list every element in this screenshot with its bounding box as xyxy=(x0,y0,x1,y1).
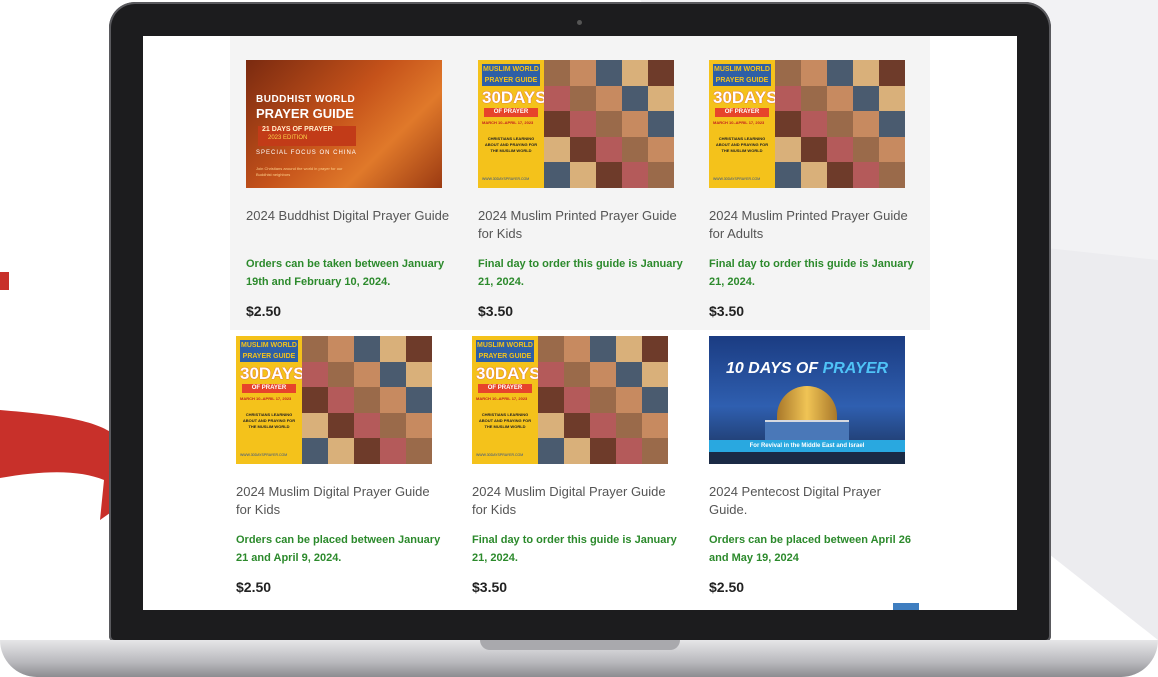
red-accent-bar xyxy=(0,272,9,290)
webcam xyxy=(577,20,582,25)
cover-text: OF PRAYER xyxy=(484,108,538,117)
cover-text: 2023 EDITION xyxy=(268,135,308,141)
cover-text: CHRISTIANS LEARNING ABOUT AND PRAYING FO… xyxy=(715,136,769,153)
cover-text: OF PRAYER xyxy=(715,108,769,117)
product-price: $2.50 xyxy=(236,579,272,595)
cover-text: MUSLIM WORLD PRAYER GUIDE xyxy=(476,340,534,362)
cover-text: For Revival in the Middle East and Israe… xyxy=(709,440,905,452)
cover-text: WWW.30DAYSPRAYER.COM xyxy=(482,177,530,181)
cover-sidebar: MUSLIM WORLD PRAYER GUIDE 30DAYS OF PRAY… xyxy=(236,336,305,464)
cover-text: WWW.30DAYSPRAYER.COM xyxy=(476,453,524,457)
product-image[interactable]: MUSLIM WORLD PRAYER GUIDE 30DAYS OF PRAY… xyxy=(472,336,668,464)
product-image[interactable]: MUSLIM WORLD PRAYER GUIDE 30DAYS OF PRAY… xyxy=(478,60,674,188)
product-title[interactable]: 2024 Muslim Printed Prayer Guide for Adu… xyxy=(709,207,921,243)
cover-sidebar: MUSLIM WORLD PRAYER GUIDE 30DAYS OF PRAY… xyxy=(478,60,547,188)
product-price: $3.50 xyxy=(709,303,745,319)
laptop-screen: BUDDHIST WORLD PRAYER GUIDE 21 DAYS OF P… xyxy=(143,36,1017,610)
order-note: Orders can be taken between January 19th… xyxy=(246,258,445,288)
cover-text: 21 DAYS OF PRAYER xyxy=(262,126,333,133)
cover-text: 30DAYS xyxy=(476,364,541,383)
product-title[interactable]: 2024 Muslim Printed Prayer Guide for Kid… xyxy=(478,207,690,243)
cover-text: MUSLIM WORLD PRAYER GUIDE xyxy=(240,340,298,362)
cover-text: CHRISTIANS LEARNING ABOUT AND PRAYING FO… xyxy=(478,412,532,429)
cover-text: BUDDHIST WORLD xyxy=(256,94,356,105)
cover-text: Join Christians around the world in pray… xyxy=(256,166,343,177)
cover-text: 30DAYS xyxy=(713,88,778,107)
cover-text: MUSLIM WORLD PRAYER GUIDE xyxy=(713,64,771,86)
cover-text: 10 DAYS OF xyxy=(725,360,823,377)
cover-text: PRAYER GUIDE xyxy=(256,106,354,121)
cover-text: PRAYER xyxy=(822,360,889,377)
product-image[interactable]: BUDDHIST WORLD PRAYER GUIDE 21 DAYS OF P… xyxy=(246,60,442,188)
product-image[interactable]: 10 DAYS OF PRAYER For Revival in the Mid… xyxy=(709,336,905,464)
cover-headline: 10 DAYS OF PRAYER xyxy=(709,360,905,378)
cover-text: OF PRAYER xyxy=(478,384,532,393)
cover-text: CHRISTIANS LEARNING ABOUT AND PRAYING FO… xyxy=(242,412,296,429)
photo-mosaic xyxy=(775,60,905,188)
dome-graphic xyxy=(777,386,837,420)
cover-ground xyxy=(709,452,905,464)
cover-text: WWW.30DAYSPRAYER.COM xyxy=(713,177,761,181)
cover-text: MARCH 10–APRIL 17, 2023 xyxy=(476,396,528,401)
photo-mosaic xyxy=(538,336,668,464)
mosque-base-graphic xyxy=(765,420,849,442)
product-price: $2.50 xyxy=(246,303,282,319)
cover-text: MUSLIM WORLD PRAYER GUIDE xyxy=(482,64,540,86)
product-image[interactable]: MUSLIM WORLD PRAYER GUIDE 30DAYS OF PRAY… xyxy=(236,336,432,464)
cover-text: MARCH 10–APRIL 17, 2023 xyxy=(240,396,292,401)
cover-text: SPECIAL FOCUS ON CHINA xyxy=(256,150,357,156)
product-image[interactable]: MUSLIM WORLD PRAYER GUIDE 30DAYS OF PRAY… xyxy=(709,60,905,188)
product-price: $3.50 xyxy=(478,303,514,319)
product-title[interactable]: 2024 Buddhist Digital Prayer Guide xyxy=(246,207,458,225)
cover-text: 30DAYS xyxy=(240,364,305,383)
order-note: Final day to order this guide is January… xyxy=(709,258,914,288)
cover-text: MARCH 10–APRIL 17, 2023 xyxy=(713,120,765,125)
product-title[interactable]: 2024 Muslim Digital Prayer Guide for Kid… xyxy=(236,483,448,519)
product-price: $3.50 xyxy=(472,579,508,595)
cover-text: MARCH 10–APRIL 17, 2023 xyxy=(482,120,534,125)
photo-mosaic xyxy=(544,60,674,188)
order-note: Final day to order this guide is January… xyxy=(478,258,683,288)
cover-text: CHRISTIANS LEARNING ABOUT AND PRAYING FO… xyxy=(484,136,538,153)
cover-text: OF PRAYER xyxy=(242,384,296,393)
chat-widget-button[interactable] xyxy=(893,603,919,610)
cover-sidebar: MUSLIM WORLD PRAYER GUIDE 30DAYS OF PRAY… xyxy=(472,336,541,464)
cover-text: WWW.30DAYSPRAYER.COM xyxy=(240,453,288,457)
product-price: $2.50 xyxy=(709,579,745,595)
order-note: Final day to order this guide is January… xyxy=(472,534,677,564)
product-title[interactable]: 2024 Pentecost Digital Prayer Guide. xyxy=(709,483,921,519)
cover-text: 30DAYS xyxy=(482,88,547,107)
laptop-notch xyxy=(480,640,680,650)
product-title[interactable]: 2024 Muslim Digital Prayer Guide for Kid… xyxy=(472,483,684,519)
photo-mosaic xyxy=(302,336,432,464)
order-note: Orders can be placed between January 21 … xyxy=(236,534,441,564)
order-note: Orders can be placed between April 26 an… xyxy=(709,534,911,564)
cover-sidebar: MUSLIM WORLD PRAYER GUIDE 30DAYS OF PRAY… xyxy=(709,60,778,188)
